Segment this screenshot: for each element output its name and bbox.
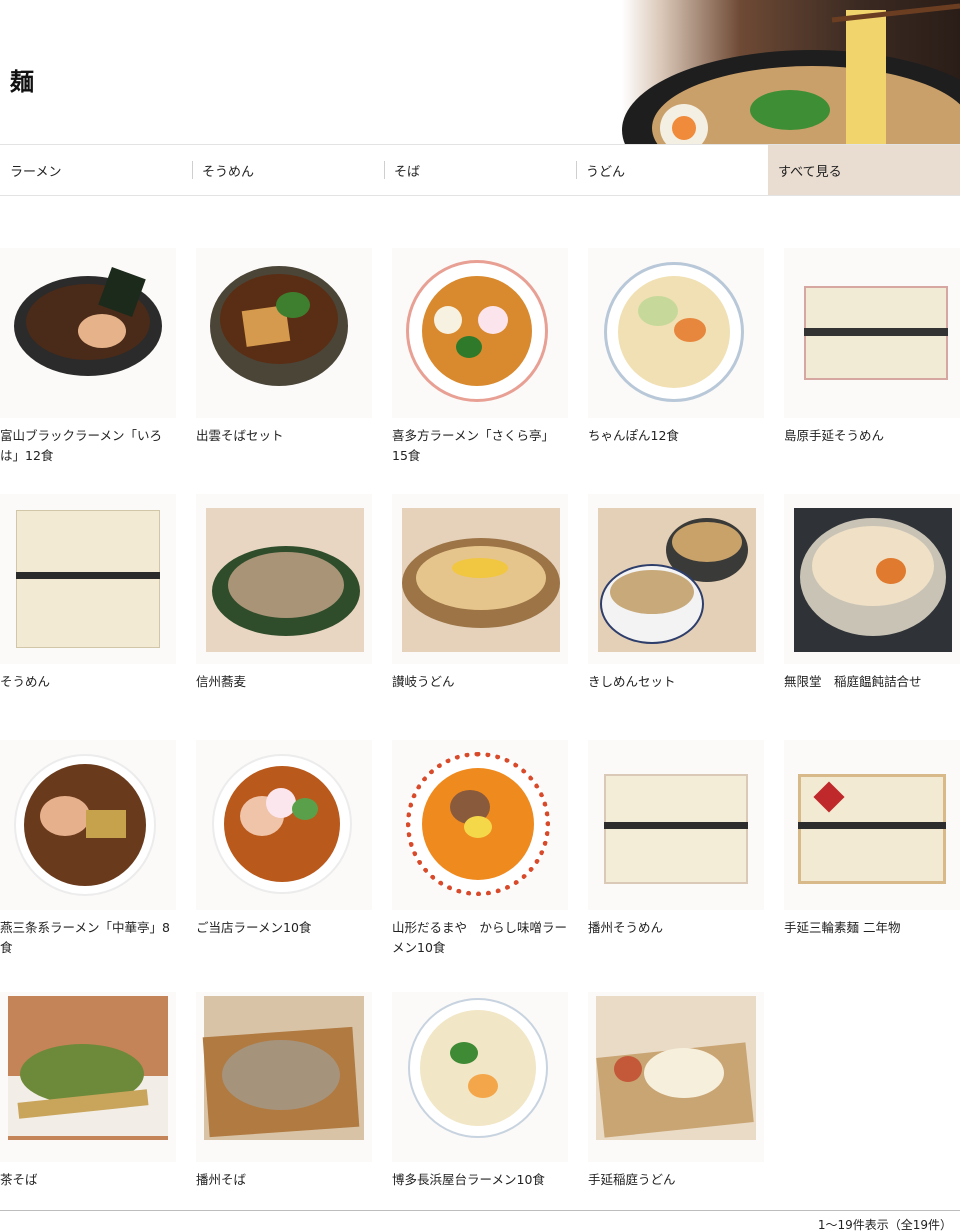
product-card[interactable]: きしめんセット [588,494,764,740]
tab-view-all[interactable]: すべて見る [768,145,960,195]
product-card[interactable]: 播州そば [196,992,372,1192]
tab-ramen[interactable]: ラーメン [0,145,192,195]
product-card[interactable]: 手延三輪素麺 二年物 [784,740,960,986]
tab-label: ラーメン [10,164,62,180]
category-tabs: ラーメン そうめん そば うどん すべて見る [0,144,960,196]
product-name[interactable]: 無限堂 稲庭饂飩詰合せ [784,672,960,692]
result-count: 1～19件表示（全19件） [817,1218,952,1231]
tab-label: すべて見る [778,164,842,180]
product-card[interactable]: 信州蕎麦 [196,494,372,740]
product-name[interactable]: きしめんセット [588,672,764,692]
product-name[interactable]: 島原手延そうめん [784,426,960,446]
product-image[interactable] [392,494,568,664]
product-card[interactable]: 讃岐うどん [392,494,568,740]
tab-udon[interactable]: うどん [576,145,768,195]
hero-ramen-image [622,0,960,144]
product-image[interactable] [392,740,568,910]
product-card[interactable]: 無限堂 稲庭饂飩詰合せ [784,494,960,740]
tab-label: そば [394,164,421,180]
tab-label: そうめん [202,164,255,180]
product-name[interactable]: 山形だるまや からし味噌ラーメン10食 [392,918,568,958]
product-card[interactable]: 出雲そばセット [196,248,372,494]
product-image[interactable] [0,740,176,910]
product-grid: 富山ブラックラーメン「いろは」12食 出雲そばセット 喜多方ラーメン「さくら亭」… [0,248,960,986]
product-card[interactable]: 山形だるまや からし味噌ラーメン10食 [392,740,568,986]
product-image[interactable] [392,248,568,418]
product-card[interactable]: 博多長浜屋台ラーメン10食 [392,992,568,1192]
product-image[interactable] [784,248,960,418]
tab-soba[interactable]: そば [384,145,576,195]
product-image[interactable] [0,248,176,418]
product-card[interactable]: 播州そうめん [588,740,764,986]
product-card[interactable]: 富山ブラックラーメン「いろは」12食 [0,248,176,494]
product-name[interactable]: そうめん [0,672,176,692]
product-name[interactable]: 信州蕎麦 [196,672,372,692]
product-card[interactable]: 茶そば [0,992,176,1192]
product-card[interactable]: ちゃんぽん12食 [588,248,764,494]
product-image[interactable] [0,992,176,1162]
page-title: 麺 [10,67,34,96]
product-name[interactable]: 博多長浜屋台ラーメン10食 [392,1170,568,1190]
product-name[interactable]: 手延稲庭うどん [588,1170,764,1190]
footer-divider [0,1210,960,1211]
product-card[interactable]: ご当店ラーメン10食 [196,740,372,986]
product-image[interactable] [588,740,764,910]
product-name[interactable]: 讃岐うどん [392,672,568,692]
product-card[interactable]: そうめん [0,494,176,740]
product-image[interactable] [588,248,764,418]
product-image[interactable] [196,248,372,418]
product-image[interactable] [588,494,764,664]
product-name[interactable]: ご当店ラーメン10食 [196,918,372,938]
product-card[interactable]: 燕三条系ラーメン「中華亭」8食 [0,740,176,986]
product-image[interactable] [196,740,372,910]
product-card[interactable]: 手延稲庭うどん [588,992,764,1192]
product-name[interactable]: 播州そば [196,1170,372,1190]
product-name[interactable]: 手延三輪素麺 二年物 [784,918,960,938]
product-card[interactable]: 喜多方ラーメン「さくら亭」15食 [392,248,568,494]
product-image[interactable] [392,992,568,1162]
product-name[interactable]: 出雲そばセット [196,426,372,446]
page-header: 麺 [0,0,960,144]
product-name[interactable]: ちゃんぽん12食 [588,426,764,446]
product-name[interactable]: 富山ブラックラーメン「いろは」12食 [0,426,176,466]
product-image[interactable] [588,992,764,1162]
product-name[interactable]: 喜多方ラーメン「さくら亭」15食 [392,426,568,466]
product-name[interactable]: 茶そば [0,1170,176,1190]
product-image[interactable] [784,494,960,664]
tab-somen[interactable]: そうめん [192,145,384,195]
product-image[interactable] [784,740,960,910]
product-image[interactable] [0,494,176,664]
product-grid-row: 茶そば 播州そば 博多長浜屋台ラーメン10食 手延稲庭うどん [0,992,960,1192]
product-name[interactable]: 播州そうめん [588,918,764,938]
product-image[interactable] [196,494,372,664]
tab-label: うどん [586,164,626,180]
product-card[interactable]: 島原手延そうめん [784,248,960,494]
product-image[interactable] [196,992,372,1162]
product-name[interactable]: 燕三条系ラーメン「中華亭」8食 [0,918,176,958]
